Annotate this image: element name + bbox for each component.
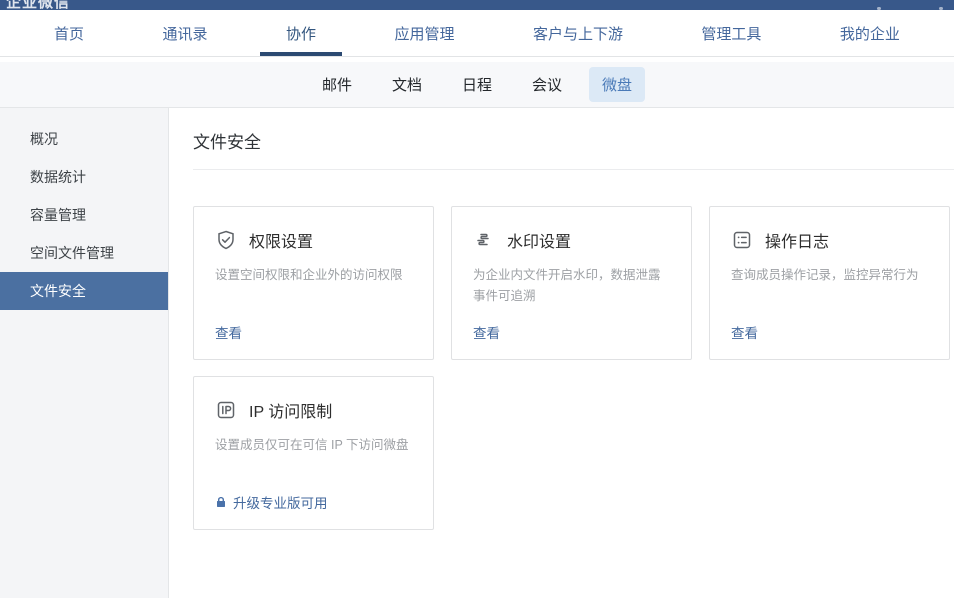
card-description: 设置空间权限和企业外的访问权限: [215, 265, 412, 286]
title-divider: [193, 169, 954, 170]
sub-nav-item-日程[interactable]: 日程: [449, 67, 505, 102]
sub-nav-item-微盘[interactable]: 微盘: [589, 67, 645, 102]
action-label: 升级专业版可用: [233, 492, 328, 512]
watermark-icon: [473, 229, 495, 251]
log-list-icon: [731, 229, 753, 251]
main-nav-item-协作[interactable]: 协作: [260, 10, 342, 56]
card-title: IP 访问限制: [249, 398, 332, 422]
sidebar-item-数据统计[interactable]: 数据统计: [0, 158, 168, 196]
action-label: 查看: [473, 322, 500, 342]
main-nav-item-应用管理[interactable]: 应用管理: [368, 10, 480, 56]
main-nav-item-首页[interactable]: 首页: [28, 10, 110, 56]
sidebar-item-容量管理[interactable]: 容量管理: [0, 196, 168, 234]
main-nav-item-客户与上下游[interactable]: 客户与上下游: [507, 10, 649, 56]
card-header: 权限设置: [215, 228, 412, 252]
sidebar-item-文件安全[interactable]: 文件安全: [0, 272, 168, 310]
main-nav-item-通讯录[interactable]: 通讯录: [136, 10, 233, 56]
sub-nav: 邮件文档日程会议微盘: [0, 62, 954, 108]
feature-card-IP 访问限制: IP 访问限制 设置成员仅可在可信 IP 下访问微盘 升级专业版可用: [193, 376, 434, 530]
card-description: 设置成员仅可在可信 IP 下访问微盘: [215, 435, 412, 456]
top-brand-bar: 企业微信: [0, 0, 954, 10]
main-nav-label: 我的企业: [840, 23, 900, 44]
ip-icon: [215, 399, 237, 421]
card-title: 水印设置: [507, 228, 571, 252]
main-nav-label: 协作: [286, 23, 316, 44]
card-description: 查询成员操作记录，监控异常行为: [731, 265, 928, 286]
feature-card-水印设置: 水印设置 为企业内文件开启水印，数据泄露事件可追溯 查看: [451, 206, 692, 360]
sidebar-item-空间文件管理[interactable]: 空间文件管理: [0, 234, 168, 272]
main-panel: 文件安全 权限设置 设置空间权限和企业外的访问权限 查看 水印设置 为企业内文件…: [169, 108, 954, 598]
card-description: 为企业内文件开启水印，数据泄露事件可追溯: [473, 265, 670, 306]
action-label: 查看: [215, 322, 242, 342]
card-action-link[interactable]: 查看: [473, 322, 500, 342]
main-nav-label: 首页: [54, 23, 84, 44]
sidebar: 概况数据统计容量管理空间文件管理文件安全: [0, 108, 169, 598]
card-header: IP 访问限制: [215, 398, 412, 422]
sub-nav-item-会议[interactable]: 会议: [519, 67, 575, 102]
card-header: 操作日志: [731, 228, 928, 252]
main-nav-item-管理工具[interactable]: 管理工具: [675, 10, 787, 56]
card-header: 水印设置: [473, 228, 670, 252]
feature-card-操作日志: 操作日志 查询成员操作记录，监控异常行为 查看: [709, 206, 950, 360]
main-nav-label: 客户与上下游: [533, 23, 623, 44]
admin-console: 企业微信 首页 通讯录 协作 应用管理 客户与上下游 管理工具 我的企业 邮件文档日程会议微…: [0, 0, 954, 598]
content-area: 概况数据统计容量管理空间文件管理文件安全 文件安全 权限设置 设置空间权限和企业…: [0, 108, 954, 598]
card-title: 操作日志: [765, 228, 829, 252]
brand-logo: 企业微信: [6, 0, 70, 10]
action-label: 查看: [731, 322, 758, 342]
feature-cards: 权限设置 设置空间权限和企业外的访问权限 查看 水印设置 为企业内文件开启水印，…: [193, 206, 954, 530]
lock-icon: [215, 496, 227, 508]
shield-check-icon: [215, 229, 237, 251]
card-title: 权限设置: [249, 228, 313, 252]
card-action-link[interactable]: 查看: [215, 322, 242, 342]
main-nav-item-我的企业[interactable]: 我的企业: [814, 10, 926, 56]
card-action-link[interactable]: 查看: [731, 322, 758, 342]
main-nav-label: 管理工具: [701, 23, 761, 44]
sidebar-item-概况[interactable]: 概况: [0, 120, 168, 158]
avatar[interactable]: [939, 7, 943, 10]
page-title: 文件安全: [193, 128, 954, 153]
main-nav-label: 应用管理: [394, 23, 454, 44]
card-action-link[interactable]: 升级专业版可用: [215, 492, 328, 512]
feature-card-权限设置: 权限设置 设置空间权限和企业外的访问权限 查看: [193, 206, 434, 360]
main-nav-label: 通讯录: [162, 23, 207, 44]
sub-nav-item-文档[interactable]: 文档: [379, 67, 435, 102]
main-nav: 首页 通讯录 协作 应用管理 客户与上下游 管理工具 我的企业: [0, 10, 954, 57]
sub-nav-item-邮件[interactable]: 邮件: [309, 67, 365, 102]
